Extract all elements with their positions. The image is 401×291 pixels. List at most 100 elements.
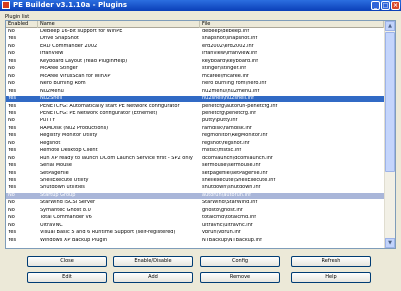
column-header-name[interactable]: Name bbox=[38, 21, 200, 28]
cell-enabled: No bbox=[8, 29, 15, 34]
cell-file: penetcfg\penetcfg.inf bbox=[202, 110, 256, 116]
table-row[interactable]: Yes Registry Monitor Utility regmonitor\Re… bbox=[6, 133, 384, 139]
column-header-file[interactable]: File bbox=[200, 21, 384, 28]
minimize-button[interactable]: _ bbox=[371, 1, 380, 10]
table-row[interactable]: No StarWind iSCSI Server StarWind\StarWind… bbox=[6, 200, 384, 206]
table-row[interactable]: No PuTTY putty\putty.inf bbox=[6, 118, 384, 124]
cell-file: nu2menu\nu2menu.inf bbox=[202, 88, 260, 94]
add-button[interactable]: Add bbox=[113, 272, 193, 283]
cell-enabled: Yes bbox=[8, 103, 17, 109]
table-row[interactable]: No UltraVNC ultravnc\ultravnc.inf bbox=[6, 223, 384, 229]
close-window-button[interactable]: × bbox=[391, 1, 400, 10]
scroll-up-icon[interactable]: ▲ bbox=[385, 21, 395, 31]
cell-enabled: No bbox=[8, 81, 15, 87]
cell-file: autorun\autorun.inf bbox=[202, 192, 251, 198]
table-row[interactable]: Yes Shutdown utilities shutdown\shutdown.i… bbox=[6, 185, 384, 191]
table-row[interactable]: No Startup Group autorun\autorun.inf bbox=[6, 192, 384, 199]
column-header-enabled[interactable]: Enabled bbox=[6, 21, 38, 28]
cell-file: setpagefile\setPageFile.inf bbox=[202, 170, 268, 176]
remove-button[interactable]: Remove bbox=[200, 272, 280, 283]
cell-file: nu2shell\nu2shell.inf bbox=[202, 96, 254, 102]
cell-file: shellexecute\ShellExecute.inf bbox=[202, 178, 276, 183]
table-row[interactable]: Yes RAMDisk (Nu2 Productions) ramdisk\ramd… bbox=[6, 126, 384, 132]
cell-file: putty\putty.inf bbox=[202, 118, 238, 124]
help-button[interactable]: Help bbox=[291, 272, 371, 283]
cell-file: shutdown\shutdown.inf bbox=[202, 185, 261, 191]
enable-disable-button[interactable]: Enable/Disable bbox=[113, 256, 193, 267]
table-row[interactable]: Yes Serial Mouse sermouse\sermouse.inf bbox=[6, 163, 384, 169]
cell-file: StarWind\StarWind.inf bbox=[202, 200, 258, 206]
scroll-thumb[interactable] bbox=[385, 32, 395, 172]
table-row[interactable]: No Symantec Ghost 8.0 ghost8\ghost.inf bbox=[6, 208, 384, 214]
cell-name: Remote Desktop Client bbox=[40, 148, 98, 154]
table-row[interactable]: Yes Visual Basic 5 and 6 Runtime Support … bbox=[6, 230, 384, 236]
cell-enabled: Yes bbox=[8, 58, 17, 64]
cell-name: Run XP ready to launch DCom Launch Servi… bbox=[40, 155, 193, 161]
close-button[interactable]: Close bbox=[27, 256, 107, 267]
cell-enabled: No bbox=[8, 66, 15, 72]
cell-file: penetcfg\autorun-penetcfg.inf bbox=[202, 103, 278, 109]
table-row[interactable]: Yes Drive SnapShot snapshot\snapshot.inf bbox=[6, 36, 384, 42]
cell-enabled: Yes bbox=[8, 148, 17, 154]
cell-file: debeep\debeep.inf bbox=[202, 29, 250, 34]
cell-file: erd2002\erd2002.inf bbox=[202, 43, 254, 49]
cell-file: keyboard\keyboard.inf bbox=[202, 58, 258, 64]
app-icon bbox=[2, 1, 10, 9]
cell-enabled: Yes bbox=[8, 125, 17, 131]
table-row[interactable]: Yes Remote Desktop Client mstsc\mstsc.inf bbox=[6, 148, 384, 154]
cell-name: Windows XP Backup Plugin bbox=[40, 237, 108, 243]
cell-name: Regshot bbox=[40, 140, 61, 146]
table-row[interactable]: Yes Keyboard Layout (read PluginHelp) keyb… bbox=[6, 59, 384, 65]
cell-enabled: No bbox=[8, 140, 15, 146]
table-row[interactable]: Yes SetPageFile setpagefile\setPageFile.in… bbox=[6, 171, 384, 177]
cell-name: McAfee VirusScan for WinXP bbox=[40, 73, 111, 79]
cell-enabled: Yes bbox=[8, 110, 17, 116]
scroll-down-icon[interactable]: ▼ bbox=[385, 238, 395, 248]
edit-button[interactable]: Edit bbox=[27, 272, 107, 283]
cell-enabled: No bbox=[8, 222, 15, 228]
vertical-scrollbar[interactable]: ▲ ▼ bbox=[384, 21, 395, 248]
table-row[interactable]: No Run XP ready to launch DCom Launch Ser… bbox=[6, 156, 384, 162]
cell-file: totalcmd\totalcmd.inf bbox=[202, 215, 257, 221]
cell-enabled: Yes bbox=[8, 36, 17, 42]
table-row[interactable]: No McAfee VirusScan for WinXP mcafee\mcafe… bbox=[6, 74, 384, 80]
table-row[interactable]: Yes ShellExecute Utility shellexecute\Shel… bbox=[6, 178, 384, 184]
table-row[interactable]: No Total Commander v6 totalcmd\totalcmd.in… bbox=[6, 215, 384, 221]
table-row[interactable]: Yes Nu2Shell nu2shell\nu2shell.inf bbox=[6, 96, 384, 102]
cell-enabled: Yes bbox=[8, 96, 17, 102]
cell-name: Drive SnapShot bbox=[40, 36, 79, 42]
cell-enabled: Yes bbox=[8, 230, 17, 236]
maximize-button[interactable]: □ bbox=[381, 1, 390, 10]
cell-file: ghost8\ghost.inf bbox=[202, 207, 243, 213]
cell-name: Nu2Shell bbox=[40, 96, 63, 102]
table-row[interactable]: Yes Windows XP Backup Plugin NTBackup\NTBa… bbox=[6, 238, 384, 244]
cell-file: mstsc\mstsc.inf bbox=[202, 148, 242, 154]
cell-enabled: Yes bbox=[8, 170, 17, 176]
table-row[interactable]: Yes PENETCFG: PE Network configurator (Et… bbox=[6, 111, 384, 117]
cell-enabled: Yes bbox=[8, 88, 17, 94]
cell-name: Serial Mouse bbox=[40, 163, 72, 169]
table-row[interactable]: No DeBeep 16-bit support for WinPE debeep\… bbox=[6, 29, 384, 35]
table-row[interactable]: No IrfanView irfanview\irfanview.inf bbox=[6, 51, 384, 57]
cell-enabled: Yes bbox=[8, 178, 17, 183]
cell-name: RAMDisk (Nu2 Productions) bbox=[40, 125, 109, 131]
cell-file: regshot\regshot.inf bbox=[202, 140, 250, 146]
cell-file: nero burning rom\nero.inf bbox=[202, 81, 267, 87]
table-row[interactable]: Yes PENETCFG: Automatically start PE Netw… bbox=[6, 104, 384, 110]
config-button[interactable]: Config bbox=[200, 256, 280, 267]
cell-name: DeBeep 16-bit support for WinPE bbox=[40, 29, 123, 34]
cell-file: dcomlaunch\dcomlaunch.inf bbox=[202, 155, 273, 161]
table-row[interactable]: Yes Nu2Menu nu2menu\nu2menu.inf bbox=[6, 89, 384, 95]
cell-name: McAfee Stinger bbox=[40, 66, 78, 72]
plugin-list[interactable]: Enabled Name File No DeBeep 16-bit suppor… bbox=[5, 20, 396, 249]
table-row[interactable]: No Nero Burning Rom nero burning rom\nero.… bbox=[6, 81, 384, 87]
cell-file: ultravnc\ultravnc.inf bbox=[202, 222, 253, 228]
cell-name: UltraVNC bbox=[40, 222, 63, 228]
cell-file: NTBackup\NTBackup.inf bbox=[202, 237, 262, 243]
refresh-button[interactable]: Refresh bbox=[291, 256, 371, 267]
table-row[interactable]: No Regshot regshot\regshot.inf bbox=[6, 141, 384, 147]
table-row[interactable]: No ERD Commander 2002 erd2002\erd2002.inf bbox=[6, 44, 384, 50]
cell-enabled: No bbox=[8, 200, 15, 206]
cell-name: ShellExecute Utility bbox=[40, 178, 89, 183]
table-row[interactable]: No McAfee Stinger stinger\stinger.inf bbox=[6, 66, 384, 72]
